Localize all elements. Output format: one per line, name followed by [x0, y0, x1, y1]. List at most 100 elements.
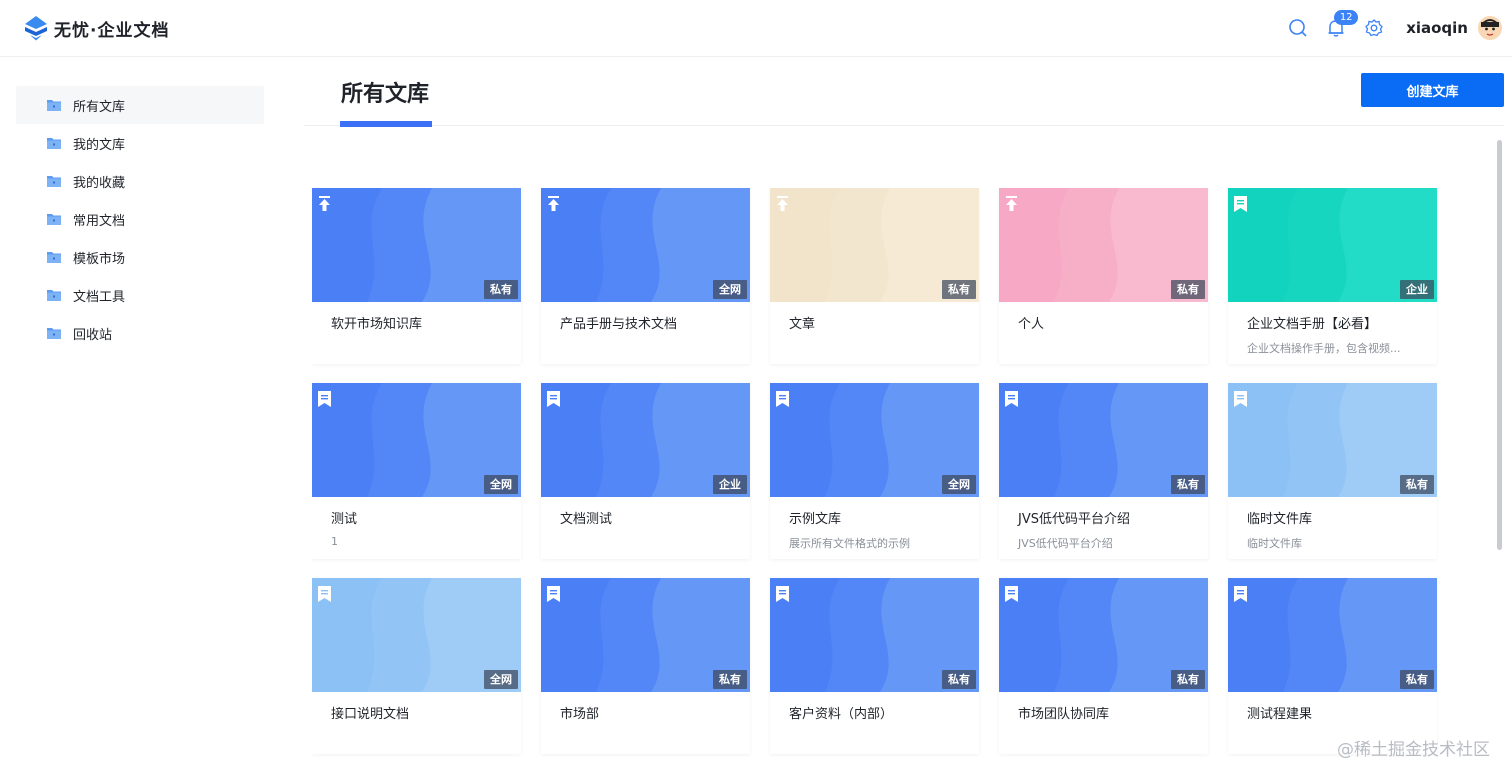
sidebar-item-label: 我的文库: [73, 137, 126, 153]
library-cover: 私有: [999, 188, 1208, 302]
library-card[interactable]: 全网产品手册与技术文档: [541, 188, 750, 364]
library-title: 产品手册与技术文档: [560, 317, 678, 332]
library-title: 软开市场知识库: [331, 317, 423, 332]
library-card[interactable]: 私有软开市场知识库: [312, 188, 521, 364]
library-card[interactable]: 全网接口说明文档: [312, 578, 521, 754]
folder-icon: [47, 328, 61, 339]
library-card[interactable]: 私有 JVS低代码平台介绍 JVS低代码平台介绍: [999, 383, 1208, 559]
library-cover: 全网: [541, 188, 750, 302]
visibility-tag: 私有: [713, 670, 747, 689]
notification-badge: 12: [1334, 10, 1359, 25]
library-card[interactable]: 私有测试程建果: [1228, 578, 1437, 754]
library-description: 临时文件库: [1247, 537, 1302, 550]
username[interactable]: xiaoqin: [1406, 19, 1468, 37]
visibility-tag: 私有: [1171, 670, 1205, 689]
library-title: 市场团队协同库: [1018, 707, 1110, 722]
bookmark-icon: [1234, 586, 1247, 602]
library-cover: 私有: [999, 578, 1208, 692]
bookmark-icon: [776, 391, 789, 407]
pin-icon: [548, 196, 559, 211]
library-title: 接口说明文档: [331, 707, 410, 722]
visibility-tag: 私有: [942, 280, 976, 299]
visibility-tag: 全网: [942, 475, 976, 494]
sidebar-item[interactable]: 回收站: [16, 314, 264, 352]
library-card[interactable]: 企业企业文档手册【必看】企业文档操作手册，包含视频...: [1228, 188, 1437, 364]
bookmark-icon: [547, 391, 560, 407]
main-header: 所有文库 创建文库: [304, 57, 1504, 127]
library-cover: 私有: [770, 578, 979, 692]
folder-icon: [47, 252, 61, 263]
library-title: 客户资料（内部）: [789, 707, 894, 722]
folder-icon: [47, 100, 61, 111]
sidebar: 所有文库我的文库我的收藏 常用文档模板市场文档工具回收站: [16, 86, 264, 352]
library-title: 测试程建果: [1247, 707, 1313, 722]
library-cover: 企业: [1228, 188, 1437, 302]
scrollbar[interactable]: [1497, 140, 1502, 550]
bookmark-icon: [1005, 391, 1018, 407]
library-card[interactable]: 私有客户资料（内部）: [770, 578, 979, 754]
library-title: 个人: [1018, 317, 1045, 332]
visibility-tag: 全网: [484, 670, 518, 689]
brand-logo[interactable]: 无忧·企业文档: [24, 15, 169, 41]
sidebar-item[interactable]: 我的收藏: [16, 162, 264, 200]
sidebar-item-label: 所有文库: [73, 99, 126, 115]
pin-icon: [777, 196, 788, 211]
bookmark-icon: [1234, 391, 1247, 407]
sidebar-item-label: 模板市场: [73, 251, 126, 267]
library-cover: 全网: [312, 383, 521, 497]
library-card[interactable]: 企业 文档测试: [541, 383, 750, 559]
visibility-tag: 企业: [1400, 280, 1434, 299]
visibility-tag: 私有: [1171, 280, 1205, 299]
library-title: 文章: [789, 317, 816, 332]
library-cover: 私有: [770, 188, 979, 302]
bell-icon[interactable]: 12: [1326, 10, 1359, 38]
avatar[interactable]: [1478, 16, 1502, 40]
create-library-button[interactable]: 创建文库: [1361, 73, 1504, 107]
library-cover: 私有: [1228, 578, 1437, 692]
folder-icon: [47, 214, 61, 225]
library-cover: 私有: [999, 383, 1208, 497]
library-cover: 全网: [312, 578, 521, 692]
brand-name: 无忧·企业文档: [54, 20, 170, 41]
library-card[interactable]: 全网 示例文库 展示所有文件格式的示例: [770, 383, 979, 559]
sidebar-item[interactable]: 常用文档: [16, 200, 264, 238]
library-card[interactable]: 私有 市场部: [541, 578, 750, 754]
library-grid: 私有 软开市场知识库 全网 产品手册与技术文档 私有 文章 私有 个人 企业 企业文档手册【必看】…: [312, 188, 1438, 780]
sidebar-item[interactable]: 所有文库: [16, 86, 264, 124]
library-description: 展示所有文件格式的示例: [789, 537, 910, 550]
visibility-tag: 私有: [1400, 475, 1434, 494]
sidebar-item-label: 文档工具: [73, 289, 126, 305]
visibility-tag: 私有: [1400, 670, 1434, 689]
visibility-tag: 私有: [1171, 475, 1205, 494]
library-cover: 企业: [541, 383, 750, 497]
bookmark-icon: [318, 586, 331, 602]
logo-icon: [25, 16, 47, 41]
visibility-tag: 私有: [484, 280, 518, 299]
library-description: 企业文档操作手册，包含视频...: [1247, 342, 1401, 355]
sidebar-item[interactable]: 我的文库: [16, 124, 264, 162]
bookmark-icon: [318, 391, 331, 407]
library-card[interactable]: 全网 测试 1: [312, 383, 521, 559]
library-description: JVS低代码平台介绍: [1018, 537, 1113, 550]
library-title: 临时文件库: [1247, 512, 1313, 527]
library-card[interactable]: 私有 临时文件库 临时文件库: [1228, 383, 1437, 559]
watermark: @稀土掘金技术社区: [1337, 740, 1490, 760]
library-card[interactable]: 私有市场团队协同库: [999, 578, 1208, 754]
search-icon[interactable]: [1288, 18, 1308, 38]
gear-icon[interactable]: [1364, 18, 1384, 38]
visibility-tag: 私有: [942, 670, 976, 689]
active-tab-indicator: [340, 121, 432, 127]
sidebar-item[interactable]: 文档工具: [16, 276, 264, 314]
library-card[interactable]: 私有文章: [770, 188, 979, 364]
library-cover: 私有: [312, 188, 521, 302]
library-title: 测试: [331, 512, 358, 527]
library-card[interactable]: 私有个人: [999, 188, 1208, 364]
library-cover: 全网: [770, 383, 979, 497]
library-cover: 私有: [1228, 383, 1437, 497]
visibility-tag: 全网: [484, 475, 518, 494]
folder-icon: [47, 290, 61, 301]
library-title: 企业文档手册【必看】: [1247, 317, 1378, 332]
top-bar: 无忧·企业文档 12 xiaoqin: [0, 0, 1512, 57]
library-cover: 私有: [541, 578, 750, 692]
sidebar-item[interactable]: 模板市场: [16, 238, 264, 276]
